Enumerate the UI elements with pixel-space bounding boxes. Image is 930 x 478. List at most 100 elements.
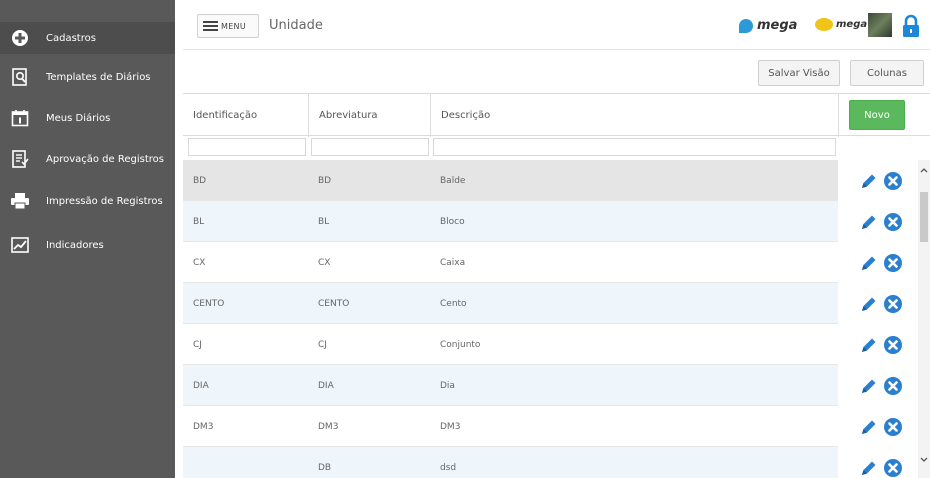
- sidebar-item-cadastros[interactable]: Cadastros: [0, 22, 175, 54]
- column-header-abreviatura[interactable]: Abreviatura: [308, 94, 430, 137]
- edit-pencil-icon[interactable]: [858, 252, 880, 274]
- sidebar-item-label: Cadastros: [46, 32, 96, 44]
- table-row[interactable]: CJ CJ Conjunto: [183, 324, 923, 365]
- cell-identificacao: BD: [193, 175, 207, 186]
- sidebar-item-label: Templates de Diários: [46, 71, 151, 83]
- edit-pencil-icon[interactable]: [858, 170, 880, 192]
- table-row[interactable]: CENTO CENTO Cento: [183, 283, 923, 324]
- column-header-descricao[interactable]: Descrição: [430, 94, 838, 137]
- edit-pencil-icon[interactable]: [858, 334, 880, 356]
- delete-x-circle-icon[interactable]: [882, 457, 904, 478]
- row-actions: [838, 160, 923, 201]
- edit-pencil-icon[interactable]: [858, 293, 880, 315]
- avatar[interactable]: [868, 13, 892, 37]
- cell-descricao: Cento: [440, 298, 467, 309]
- cell-abreviatura: DB: [318, 462, 332, 473]
- cell-abreviatura: DIA: [318, 380, 334, 391]
- menu-button-label: MENU: [221, 21, 246, 31]
- delete-x-circle-icon[interactable]: [882, 416, 904, 438]
- sidebar-item-templates[interactable]: Templates de Diários: [0, 60, 175, 94]
- edit-pencil-icon[interactable]: [858, 457, 880, 478]
- delete-x-circle-icon[interactable]: [882, 375, 904, 397]
- row-actions: [838, 365, 923, 406]
- new-button[interactable]: Novo: [849, 100, 905, 130]
- table-row[interactable]: DM3 DM3 DM3: [183, 406, 923, 447]
- sidebar-item-aprovacao[interactable]: Aprovação de Registros: [0, 142, 175, 176]
- printer-icon: [10, 191, 30, 211]
- lock-icon[interactable]: [901, 14, 921, 38]
- cell-identificacao: [183, 447, 308, 478]
- chevron-down-icon[interactable]: [918, 450, 930, 470]
- delete-x-circle-icon[interactable]: [882, 170, 904, 192]
- columns-button[interactable]: Colunas: [850, 60, 924, 86]
- cell-identificacao: CENTO: [193, 298, 225, 309]
- cell-identificacao: CX: [193, 257, 206, 268]
- cell-descricao: Dia: [440, 380, 455, 391]
- table-row[interactable]: DB dsd: [183, 447, 923, 478]
- table-row[interactable]: BD BD Balde: [183, 160, 923, 201]
- checklist-icon: [10, 149, 30, 169]
- row-actions: [838, 324, 923, 365]
- sidebar-item-indicadores[interactable]: Indicadores: [0, 228, 175, 262]
- row-actions: [838, 242, 923, 283]
- delete-x-circle-icon[interactable]: [882, 293, 904, 315]
- sidebar: Cadastros Templates de Diários Meus Diár…: [0, 0, 175, 478]
- chevron-up-icon[interactable]: [918, 160, 930, 180]
- cell-abreviatura: CJ: [318, 339, 327, 350]
- row-actions: [838, 406, 923, 447]
- cell-descricao: DM3: [440, 421, 461, 432]
- cell-identificacao: CJ: [193, 339, 202, 350]
- mega-logo: mega: [739, 18, 797, 33]
- cell-abreviatura: CENTO: [318, 298, 350, 309]
- table-row[interactable]: BL BL Bloco: [183, 201, 923, 242]
- delete-x-circle-icon[interactable]: [882, 334, 904, 356]
- row-actions: [838, 201, 923, 242]
- mega-logo-text: mega: [757, 18, 798, 33]
- sidebar-item-label: Impressão de Registros: [46, 195, 163, 207]
- cell-abreviatura: BD: [318, 175, 332, 186]
- table-row[interactable]: CX CX Caixa: [183, 242, 923, 283]
- edit-pencil-icon[interactable]: [858, 211, 880, 233]
- edit-pencil-icon[interactable]: [858, 416, 880, 438]
- sidebar-item-impressao[interactable]: Impressão de Registros: [0, 184, 175, 218]
- cell-descricao: Balde: [440, 175, 466, 186]
- delete-x-circle-icon[interactable]: [882, 211, 904, 233]
- row-actions: [838, 447, 923, 478]
- sidebar-item-label: Meus Diários: [46, 112, 111, 124]
- menu-button[interactable]: MENU: [197, 14, 259, 38]
- sidebar-item-label: Aprovação de Registros: [46, 153, 164, 165]
- filter-identificacao-input[interactable]: [188, 138, 306, 156]
- cell-descricao: Bloco: [440, 216, 465, 227]
- page-title: Unidade: [269, 18, 323, 33]
- filter-descricao-input[interactable]: [433, 138, 836, 156]
- cell-identificacao: BL: [193, 216, 205, 227]
- cell-descricao: Conjunto: [440, 339, 481, 350]
- sidebar-item-label: Indicadores: [46, 239, 104, 251]
- table-row[interactable]: DIA DIA Dia: [183, 365, 923, 406]
- filter-abreviatura-input[interactable]: [311, 138, 429, 156]
- mega-partner-logo: mega: [815, 18, 867, 31]
- cell-abreviatura: CX: [318, 257, 331, 268]
- delete-x-circle-icon[interactable]: [882, 252, 904, 274]
- hamburger-icon: [203, 21, 218, 31]
- scrollbar[interactable]: [918, 160, 930, 478]
- cell-abreviatura: BL: [318, 216, 330, 227]
- partner-logo-mark-icon: [815, 18, 833, 31]
- partner-logo-text: mega: [836, 19, 868, 30]
- filter-row: [183, 136, 930, 158]
- edit-pencil-icon[interactable]: [858, 375, 880, 397]
- cell-descricao: dsd: [440, 462, 457, 473]
- header: MENU Unidade mega mega: [183, 0, 930, 50]
- cell-abreviatura: DM3: [318, 421, 339, 432]
- scrollbar-thumb[interactable]: [920, 192, 928, 242]
- cell-identificacao: DIA: [193, 380, 209, 391]
- save-view-button[interactable]: Salvar Visão: [758, 60, 840, 86]
- chart-icon: [10, 235, 30, 255]
- sidebar-item-meus-diarios[interactable]: Meus Diários: [0, 101, 175, 135]
- cell-identificacao: DM3: [193, 421, 214, 432]
- calendar-icon: [10, 108, 30, 128]
- column-header-identificacao[interactable]: Identificação: [183, 94, 308, 137]
- mega-logo-mark-icon: [739, 18, 753, 33]
- row-actions: [838, 283, 923, 324]
- plus-circle-icon: [10, 28, 30, 48]
